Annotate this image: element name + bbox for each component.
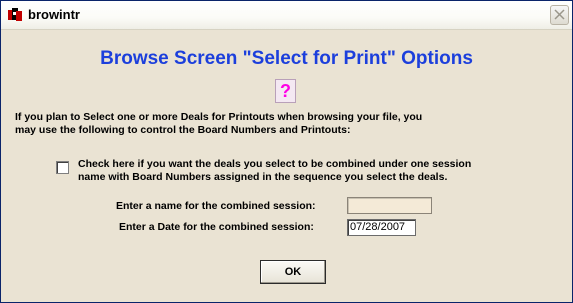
window-title: browintr [28, 7, 80, 22]
close-button[interactable] [550, 5, 569, 25]
intro-line-2: may use the following to control the Boa… [15, 124, 351, 136]
session-name-label: Enter a name for the combined session: [116, 200, 316, 212]
help-button[interactable]: ? [275, 79, 296, 103]
ok-button[interactable]: OK [260, 260, 326, 284]
combine-session-label: Check here if you want the deals you sel… [78, 158, 558, 184]
combine-label-line-1: Check here if you want the deals you sel… [78, 158, 472, 170]
question-mark-icon: ? [280, 81, 291, 101]
combine-session-checkbox[interactable] [56, 161, 69, 174]
combine-label-line-2: name with Board Numbers assigned in the … [78, 171, 448, 183]
session-name-input[interactable] [347, 197, 432, 214]
title-bar[interactable]: browintr [1, 1, 572, 30]
intro-line-1: If you plan to Select one or more Deals … [15, 111, 423, 123]
intro-text: If you plan to Select one or more Deals … [15, 111, 485, 137]
close-icon [554, 9, 565, 20]
page-title: Browse Screen "Select for Print" Options [100, 48, 473, 69]
app-icon [8, 8, 22, 21]
session-date-label: Enter a Date for the combined session: [119, 221, 314, 233]
dialog-window: browintr Browse Screen "Select for Print… [0, 0, 573, 303]
session-date-input[interactable]: 07/28/2007 [347, 219, 416, 236]
